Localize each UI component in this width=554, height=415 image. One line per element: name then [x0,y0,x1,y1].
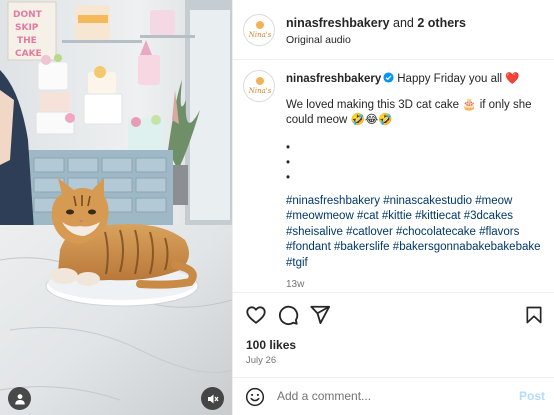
hashtag-link[interactable]: #ninasfreshbakery [286,195,380,207]
original-audio-link[interactable]: Original audio [286,34,351,46]
bookmark-icon [526,306,542,324]
post-side-panel: Nina's ninasfreshbakery and 2 others Ori… [232,0,554,415]
bakery-logo-icon: Nina's [245,72,274,101]
verified-badge-icon [383,72,394,83]
save-button[interactable] [521,302,547,328]
add-comment-bar: Post [233,377,554,415]
caption: Nina's ninasfreshbakery Happy Friday you … [233,60,554,292]
caption-username[interactable]: ninasfreshbakery [286,73,381,85]
author-username[interactable]: ninasfreshbakery [286,16,390,30]
caption-bullets: • • • [286,141,548,186]
hashtag-link[interactable]: #sheisalive [286,226,343,238]
svg-text:Nina's: Nina's [248,31,272,39]
bullet: • [286,171,291,184]
hashtag-link[interactable]: #bakersgonnabakebakebake [393,241,541,253]
share-icon [310,305,331,324]
post-comment-button[interactable]: Post [519,389,545,403]
svg-text:THE: THE [17,36,37,46]
caption-avatar[interactable]: Nina's [243,70,275,102]
mute-toggle-button[interactable] [201,387,224,410]
caption-headline: Happy Friday you all ❤️ [397,73,520,85]
comment-button[interactable] [275,302,301,328]
post-header: Nina's ninasfreshbakery and 2 others Ori… [233,0,554,60]
svg-text:DONT: DONT [13,10,43,20]
hashtag-link[interactable]: #ninascakestudio [383,195,472,207]
bullet: • [286,141,291,154]
hashtag-link[interactable]: #flavors [479,226,519,238]
hashtag-link[interactable]: #kittie [382,210,412,222]
hashtag-link[interactable]: #tgif [286,257,308,269]
hashtag-link[interactable]: #catlover [346,226,393,238]
svg-text:Nina's: Nina's [248,87,272,95]
bakery-logo-icon: Nina's [245,16,274,45]
bullet: • [286,156,291,169]
post-media[interactable]: DONT SKIP THE CAKE [0,0,232,415]
hashtag-link[interactable]: #meowmeow [286,210,354,222]
likes-count[interactable]: 100 likes [246,338,296,352]
svg-text:CAKE: CAKE [15,49,42,59]
action-bar: 100 likes July 26 [233,292,554,377]
caption-timestamp[interactable]: 13w [286,277,548,292]
comment-input[interactable] [277,385,497,407]
hashtag-link[interactable]: #kittiecat [415,210,460,222]
hashtag-link[interactable]: #cat [357,210,379,222]
hashtag-link[interactable]: #3dcakes [464,210,513,222]
collaborators-link[interactable]: 2 others [417,16,466,30]
user-tag-button[interactable] [8,387,31,410]
svg-text:SKIP: SKIP [15,23,39,33]
caption-text: We loved making this 3D cat cake 🎂 if on… [286,98,532,127]
muted-speaker-icon [207,394,219,403]
collab-connector: and [389,16,418,30]
hashtag-link[interactable]: #chocolatecake [396,226,476,238]
author-avatar[interactable]: Nina's [243,14,275,46]
hashtag-link[interactable]: #bakerslife [334,241,390,253]
post-date[interactable]: July 26 [246,355,276,366]
header-title: ninasfreshbakery and 2 others [286,16,466,30]
caption-body: ninasfreshbakery Happy Friday you all ❤️ … [286,72,548,292]
hashtag-link[interactable]: #meow [475,195,512,207]
share-button[interactable] [307,302,333,328]
emoji-icon[interactable] [245,387,265,407]
heart-icon [246,306,266,324]
like-button[interactable] [243,302,269,328]
user-tag-icon [14,393,25,404]
hashtag-list: #ninasfreshbakery #ninascakestudio #meow… [286,194,548,272]
comment-icon [278,305,299,326]
cat-cake-video-frame: DONT SKIP THE CAKE [0,0,232,415]
hashtag-link[interactable]: #fondant [286,241,331,253]
